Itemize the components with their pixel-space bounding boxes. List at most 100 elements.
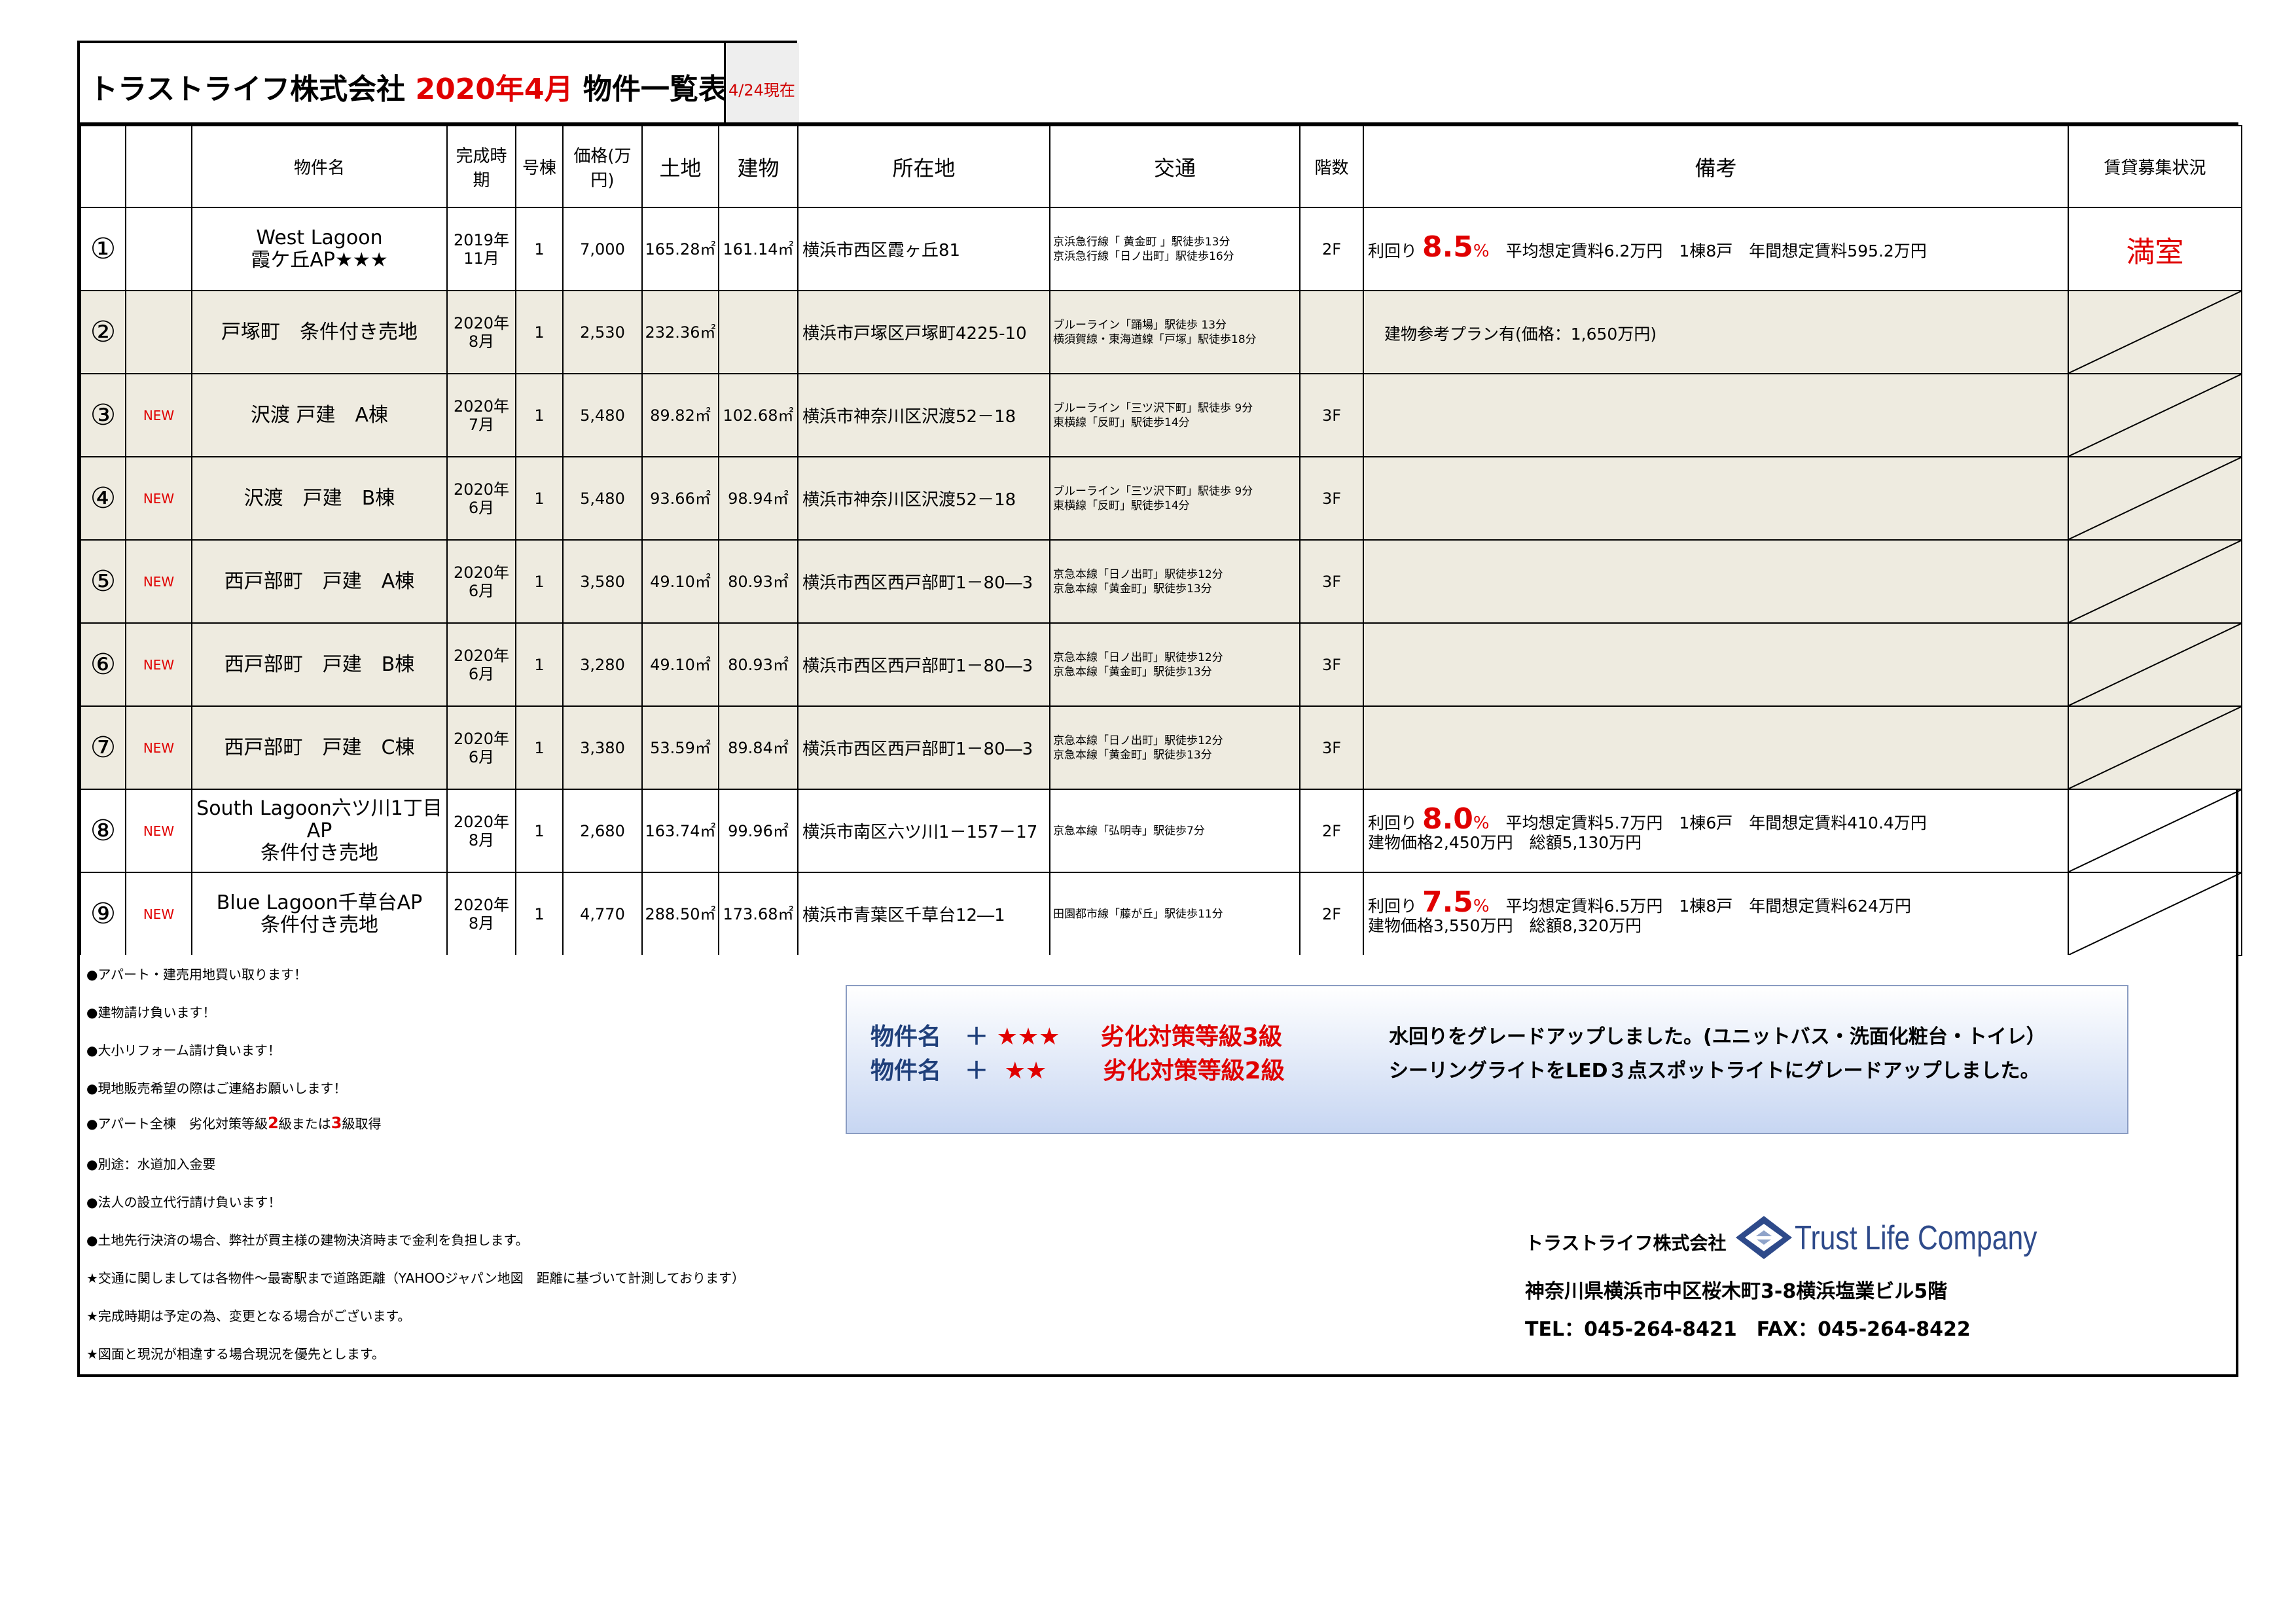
completion-year: 2020年 — [453, 563, 510, 582]
col-new — [125, 125, 192, 208]
building-area: 173.68㎡ — [718, 872, 798, 956]
new-badge: NEW — [125, 373, 192, 457]
unit-count: 1 — [515, 789, 564, 873]
col-name: 物件名 — [191, 125, 448, 208]
price: 5,480 — [562, 373, 643, 457]
name-line: West Lagoon — [256, 226, 383, 249]
access: ブルーライン「三ツ沢下町」駅徒歩 9分 東横線「反町」駅徒歩14分 — [1049, 373, 1300, 457]
note-grade-3: 3 — [331, 1114, 342, 1132]
floors: 3F — [1299, 705, 1364, 790]
name-line: 条件付き売地 — [260, 841, 378, 865]
status-full: 満室 — [2126, 235, 2184, 269]
completion-year: 2020年 — [453, 397, 510, 416]
new-badge: NEW — [125, 456, 192, 541]
remarks — [1363, 373, 2069, 457]
rental-status — [2068, 622, 2242, 707]
building-area: 98.94㎡ — [718, 456, 798, 541]
status-na-slash — [2070, 292, 2240, 372]
company-logo-icon — [1736, 1216, 1792, 1259]
yield-percent: % — [1473, 896, 1490, 916]
row-number: ① — [80, 207, 126, 291]
address: 横浜市西区西戸部町1－80―3 — [797, 539, 1050, 624]
unit-count: 1 — [515, 456, 564, 541]
footer-note: ●大小リフォーム請け負います！ — [86, 1043, 281, 1058]
name-line: 条件付き売地 — [260, 913, 378, 936]
floors: 3F — [1299, 622, 1364, 707]
property-name: 西戸部町 戸建 C棟 — [191, 705, 448, 790]
completion-month: 11月 — [463, 249, 499, 268]
note-grade-2: 2 — [268, 1114, 279, 1132]
remarks — [1363, 456, 2069, 541]
grade-legend: 物件名 ＋ ★★★ 劣化対策等級3級 水回りをグレードアップしました。(ユニット… — [846, 985, 2128, 1134]
rental-status — [2068, 789, 2242, 873]
building-area: 161.14㎡ — [718, 207, 798, 291]
remark-text-2: 建物価格2,450万円 総額5,130万円 — [1368, 832, 1642, 852]
completion-year: 2020年 — [453, 895, 510, 914]
access: ブルーライン「踊場」駅徒歩 13分 横須賀線・東海道線「戸塚」駅徒歩18分 — [1049, 290, 1300, 374]
access: 京急本線「日ノ出町」駅徒歩12分 京急本線「黄金町」駅徒歩13分 — [1049, 622, 1300, 707]
col-address: 所在地 — [797, 125, 1050, 208]
remarks-line: 利回り 7.5% 平均想定賃料6.5万円 1棟8戸 年間想定賃料624万円 — [1368, 887, 2067, 916]
legend-desc: シーリングライトをLED３点スポットライトにグレードアップしました。 — [1389, 1060, 2040, 1082]
yield-value: 8.5 — [1422, 230, 1473, 264]
completion-month: 6月 — [468, 581, 495, 600]
access-line: 京急本線「黄金町」駅徒歩13分 — [1053, 748, 1212, 762]
col-access: 交通 — [1049, 125, 1300, 208]
building-area: 102.68㎡ — [718, 373, 798, 457]
table-row: ⑤ NEW 西戸部町 戸建 A棟 2020年 6月 1 3,580 49.10㎡ 80.93㎡横… — [80, 539, 2242, 624]
col-floors: 階数 — [1299, 125, 1364, 208]
price: 2,680 — [562, 789, 643, 873]
col-price: 価格(万円) — [562, 125, 643, 208]
price: 2,530 — [562, 290, 643, 374]
table-header-row: 物件名 完成時期 号棟 価格(万円) 土地 建物 所在地 交通 階数 備考 賃貸… — [80, 125, 2242, 208]
row-number: ② — [80, 290, 126, 374]
completion-year: 2020年 — [453, 812, 510, 831]
unit-count: 1 — [515, 872, 564, 956]
company-logo-text: Trust Life Company — [1795, 1219, 2037, 1257]
rental-status — [2068, 539, 2242, 624]
unit-count: 1 — [515, 622, 564, 707]
completion-year: 2019年 — [453, 230, 510, 249]
floors: 3F — [1299, 456, 1364, 541]
rental-status — [2068, 872, 2242, 956]
company-tel: TEL：045-264-8421 FAX：045-264-8422 — [1525, 1318, 1971, 1341]
title-list: 物件一覧表 — [583, 73, 727, 106]
table-row: ⑧ NEW South Lagoon六ツ川1丁目 AP 条件付き売地 2020年 8月 1 2,… — [80, 789, 2242, 873]
remarks-line — [1368, 570, 2067, 594]
yield-percent: % — [1473, 813, 1490, 833]
name-line: 西戸部町 戸建 A棟 — [224, 569, 415, 593]
unit-count: 1 — [515, 207, 564, 291]
table-row: ② 戸塚町 条件付き売地 2020年 8月 1 2,530 232.36㎡ 横浜市戸塚区戸塚町… — [80, 290, 2242, 374]
property-name: South Lagoon六ツ川1丁目 AP 条件付き売地 — [191, 789, 448, 873]
address: 横浜市神奈川区沢渡52－18 — [797, 373, 1050, 457]
remarks: 利回り 8.5% 平均想定賃料6.2万円 1棟8戸 年間想定賃料595.2万円 — [1363, 207, 2069, 291]
access-line: ブルーライン「三ツ沢下町」駅徒歩 9分 — [1053, 484, 1253, 498]
status-na-slash — [2070, 624, 2240, 705]
remarks-line — [1368, 404, 2067, 427]
remarks — [1363, 539, 2069, 624]
access-line: 京急本線「日ノ出町」駅徒歩12分 — [1053, 734, 1223, 747]
status-na-slash — [2070, 458, 2240, 539]
legend-label: 物件名 ＋ — [870, 1058, 989, 1084]
remark-text-2: 建物価格3,550万円 総額8,320万円 — [1368, 916, 1642, 935]
page-title: トラストライフ株式会社 2020年4月 物件一覧表 — [89, 65, 727, 107]
name-line: AP — [306, 819, 332, 842]
table-row: ⑦ NEW 西戸部町 戸建 C棟 2020年 6月 1 3,380 53.59㎡ 89.84㎡横… — [80, 705, 2242, 790]
building-area: 80.93㎡ — [718, 539, 798, 624]
building-area: 89.84㎡ — [718, 705, 798, 790]
note-text: ●アパート全棟 劣化対策等級 — [86, 1116, 268, 1132]
access-line: ブルーライン「三ツ沢下町」駅徒歩 9分 — [1053, 401, 1253, 415]
land-area: 165.28㎡ — [641, 207, 719, 291]
footer-note: ★完成時期は予定の為、変更となる場合がございます。 — [86, 1308, 411, 1324]
status-na-slash — [2070, 791, 2240, 871]
footer-note: ●法人の設立代行請け負います！ — [86, 1194, 281, 1210]
rental-status: 満室 — [2068, 207, 2242, 291]
remark-text: 建物参考プラン有(価格：1,650万円) — [1384, 324, 1657, 344]
floors — [1299, 290, 1364, 374]
completion-date: 2020年 6月 — [446, 539, 516, 624]
legend-grade: 劣化対策等級2級 — [1103, 1058, 1285, 1084]
footer-note: ★交通に関しましては各物件～最寄駅まで道路距離（YAHOOジャパン地図 距離に基… — [86, 1270, 745, 1286]
land-area: 288.50㎡ — [641, 872, 719, 956]
name-line: South Lagoon六ツ川1丁目 — [196, 796, 442, 820]
row-number: ⑨ — [80, 872, 126, 956]
